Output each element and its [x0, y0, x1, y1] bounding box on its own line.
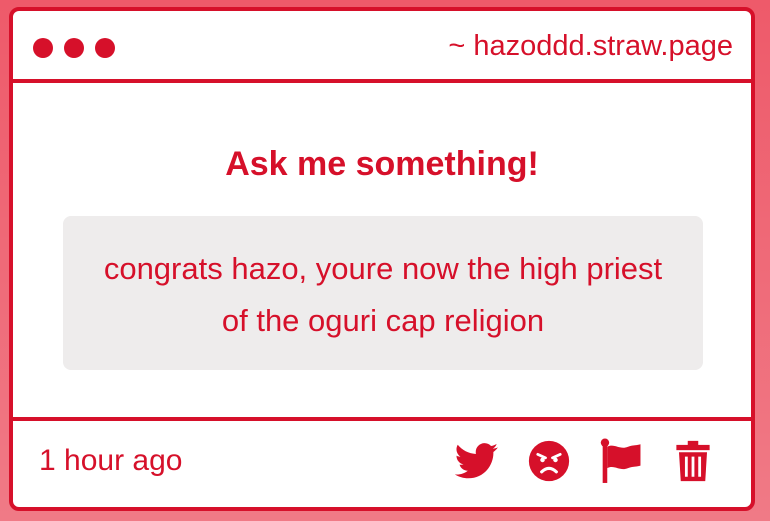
share-twitter-button[interactable]: [455, 439, 499, 483]
window-controls: [33, 38, 115, 58]
window-titlebar: ~ hazoddd.straw.page: [13, 11, 751, 83]
card-footer: 1 hour ago: [13, 417, 751, 507]
site-url[interactable]: ~ hazoddd.straw.page: [448, 28, 733, 64]
delete-button[interactable]: [671, 439, 715, 483]
angry-face-icon: [528, 440, 570, 482]
question-text: congrats hazo, youre now the high priest…: [103, 251, 663, 338]
window-dot-2: [64, 38, 84, 58]
flag-icon: [600, 438, 641, 483]
report-button[interactable]: [599, 438, 643, 483]
window-dot-1: [33, 38, 53, 58]
twitter-icon: [455, 443, 498, 479]
react-angry-button[interactable]: [527, 439, 571, 483]
window-dot-3: [95, 38, 115, 58]
timestamp: 1 hour ago: [39, 444, 183, 477]
question-card: ~ hazoddd.straw.page Ask me something! c…: [9, 7, 755, 511]
trash-icon: [676, 440, 710, 482]
question-content: Ask me something! congrats hazo, youre n…: [13, 83, 751, 421]
question-text-box: congrats hazo, youre now the high priest…: [63, 216, 703, 370]
action-bar: [455, 438, 715, 483]
page-title: Ask me something!: [225, 145, 539, 183]
